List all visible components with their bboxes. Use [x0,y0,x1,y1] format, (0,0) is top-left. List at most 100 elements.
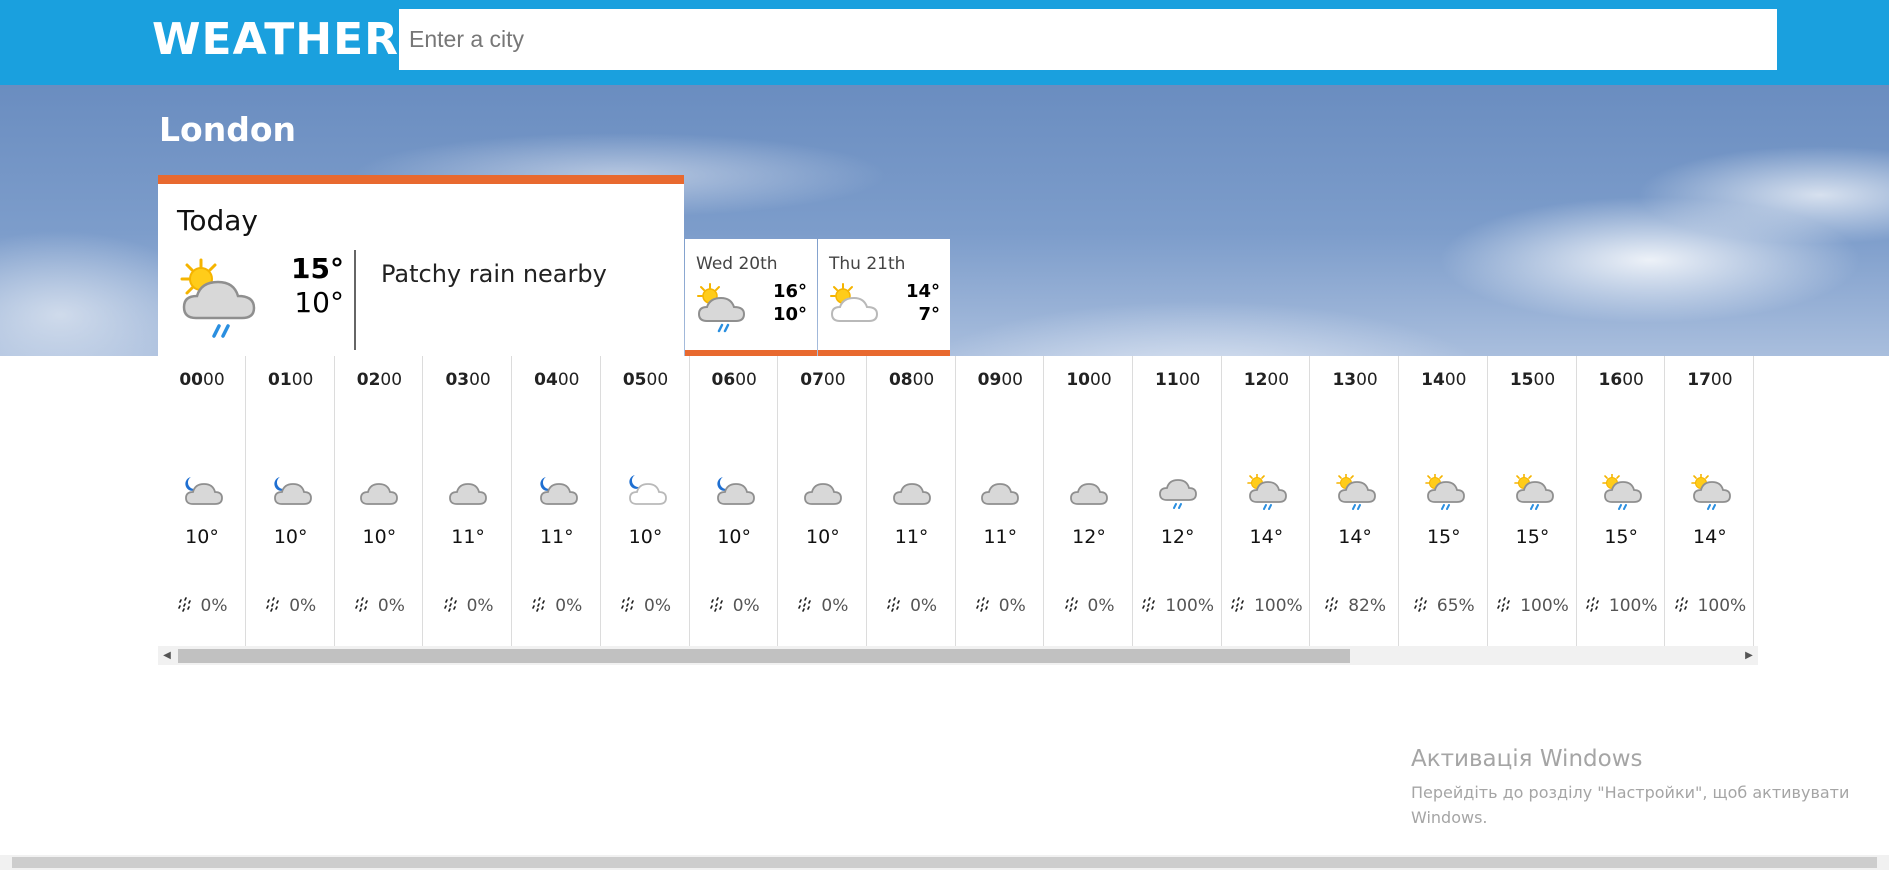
rain-drops-icon [886,596,910,616]
hour-time: 0800 [888,370,935,390]
hour-rain-chance: 0% [424,596,512,616]
rain-drops-icon [709,596,733,616]
day-high-temp: 16° [772,281,807,302]
rain-drops-icon [620,596,644,616]
moon-cloud-icon [182,474,224,515]
day-card-wed[interactable]: Wed 20th 16° 10° [685,239,817,356]
rain-drops-icon [1413,596,1437,616]
hour-column[interactable]: 0300 11° 0% [424,356,513,646]
rain-chance-value: 0% [998,596,1026,616]
rain-drops-icon [177,596,201,616]
hour-temp: 14° [1693,526,1727,548]
hour-column[interactable]: 0500 10° 0% [602,356,690,646]
rain-chance-value: 65% [1436,596,1475,616]
hour-temp: 15° [1426,526,1461,548]
hour-column[interactable]: 1200 14° 100% [1222,356,1311,646]
sun-cloud-rain-icon [1335,473,1377,515]
rain-drops-icon [354,596,378,616]
hour-temp: 14° [1338,526,1372,548]
rain-chance-value: 0% [732,596,760,616]
city-search-input[interactable] [399,9,1777,70]
hour-rain-chance: 100% [1134,596,1222,616]
hour-time: 1000 [1066,370,1112,390]
page-scrollbar-thumb[interactable] [12,857,1877,868]
hour-column[interactable]: 0700 10° 0% [779,356,867,646]
rain-chance-value: 0% [555,596,583,616]
rain-chance-value: 82% [1348,596,1386,616]
hour-temp: 10° [362,526,397,548]
hour-column[interactable]: 0900 11° 0% [956,356,1045,646]
day-name: Thu 21th [829,254,906,274]
sun-cloud-rain-icon [1424,473,1466,515]
page-scrollbar[interactable] [0,855,1889,870]
hour-rain-chance: 0% [247,596,335,616]
hour-column[interactable]: 0400 11° 0% [513,356,601,646]
cloud-rain-icon [1158,474,1200,515]
hour-temp: 11° [451,526,485,548]
windows-activation-title: Активація Windows [1411,746,1643,772]
hour-time: 0200 [356,370,403,390]
hour-time: 0100 [268,370,314,390]
city-name: London [159,110,296,149]
hour-temp: 11° [894,526,929,548]
hour-temp: 10° [273,526,308,548]
moon-light-cloud-icon [626,474,668,515]
hour-temp: 12° [1072,526,1106,548]
day-card-thu[interactable]: Thu 21th 14° 7° [818,239,950,356]
hour-time: 0500 [622,370,669,390]
scroll-left-arrow[interactable]: ◀ [158,646,176,665]
hour-column[interactable]: 1400 15° 65% [1400,356,1488,646]
rain-drops-icon [1496,596,1520,616]
rain-chance-value: 0% [1087,596,1115,616]
moon-cloud-icon [271,474,313,515]
hour-column[interactable]: 0200 10° 0% [335,356,424,646]
today-card[interactable]: Today 15° 10° Patchy rain nearby [158,175,684,356]
hour-column[interactable]: 1600 15° 100% [1577,356,1666,646]
hourly-forecast-strip[interactable]: 0000 10° 0% 0100 10° 0% 0200 10° 0% 0300 11° 0% 0400… [158,356,1758,646]
hour-column[interactable]: 0100 10° 0% [247,356,335,646]
today-label: Today [177,204,258,237]
hour-column[interactable]: 1100 12° 100% [1134,356,1222,646]
hour-column[interactable]: 1500 15° 100% [1489,356,1577,646]
hour-column[interactable]: 1300 14° 82% [1311,356,1400,646]
rain-chance-value: 0% [821,596,849,616]
cloud-icon [1069,474,1111,515]
rain-drops-icon [797,596,821,616]
cloud-icon [448,474,490,515]
rain-drops-icon [1141,596,1165,616]
sun-cloud-rain-icon [1601,473,1643,515]
rain-chance-value: 0% [466,596,494,616]
hour-rain-chance: 0% [158,596,246,616]
hour-time: 1100 [1155,370,1201,390]
hour-time: 0300 [445,370,491,390]
hour-time: 1500 [1509,370,1556,390]
scrollbar-thumb[interactable] [178,649,1350,663]
hour-column[interactable]: 0000 10° 0% [158,356,246,646]
hour-temp: 10° [185,526,219,548]
app-logo[interactable]: WEATHER [152,14,399,65]
hour-rain-chance: 0% [335,596,423,616]
hour-column[interactable]: 0800 11° 0% [868,356,956,646]
today-low-temp: 10° [294,286,344,319]
hour-column[interactable]: 1000 12° 0% [1045,356,1133,646]
hour-column[interactable]: 0600 10° 0% [690,356,779,646]
rain-chance-value: 100% [1697,596,1747,616]
hourly-scrollbar[interactable]: ◀ ▶ [158,646,1758,665]
hour-column[interactable]: 1700 14° 100% [1666,356,1754,646]
rain-chance-value: 100% [1608,596,1658,616]
hour-rain-chance: 82% [1311,596,1399,616]
cloud-icon [803,474,845,515]
rain-drops-icon [975,596,999,616]
hour-rain-chance: 100% [1577,596,1665,616]
scroll-right-arrow[interactable]: ▶ [1740,646,1758,665]
hour-rain-chance: 0% [956,596,1044,616]
rain-drops-icon [265,596,289,616]
rain-drops-icon [531,596,555,616]
hour-rain-chance: 0% [868,596,956,616]
sun-cloud-rain-icon [1246,473,1288,515]
rain-drops-icon [1230,596,1254,616]
hour-time: 0700 [800,370,846,390]
hour-temp: 12° [1160,526,1195,548]
rain-drops-icon [443,596,467,616]
sun-cloud-icon [828,283,884,338]
